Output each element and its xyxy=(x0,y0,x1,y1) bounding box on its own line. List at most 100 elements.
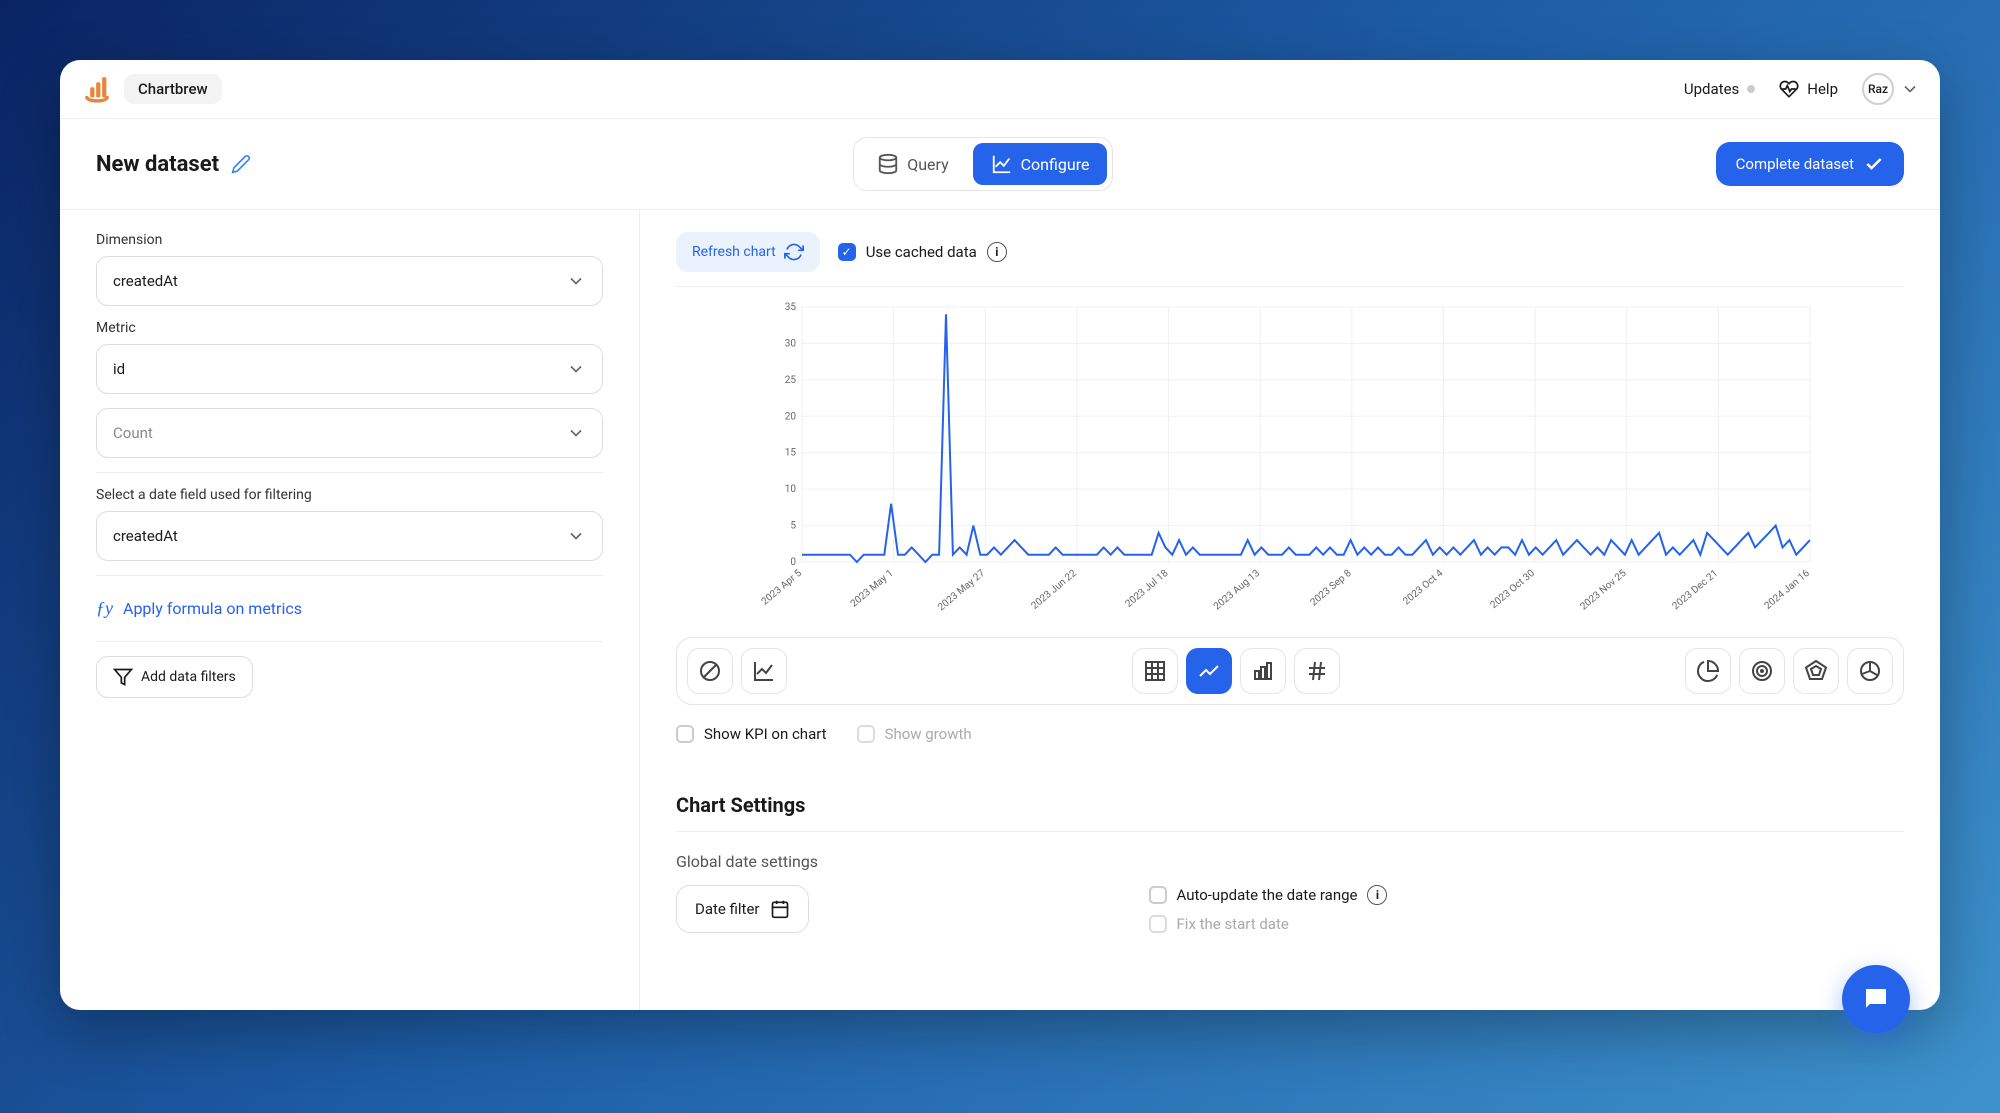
tab-configure-label: Configure xyxy=(1021,155,1090,174)
checkbox-icon: ✓ xyxy=(838,243,856,261)
svg-text:2023 Oct 4: 2023 Oct 4 xyxy=(1401,568,1445,608)
show-growth-label: Show growth xyxy=(885,725,972,743)
polar-icon xyxy=(1858,659,1882,683)
chart-type-table[interactable] xyxy=(1132,648,1178,694)
chart-type-pie[interactable] xyxy=(1685,648,1731,694)
dimension-select[interactable]: createdAt xyxy=(96,256,603,306)
database-icon xyxy=(877,153,899,175)
header-row: New dataset Query Configure xyxy=(60,119,1940,210)
global-date-label: Global date settings xyxy=(676,852,1904,871)
svg-text:2024 Jan 16: 2024 Jan 16 xyxy=(1763,568,1813,612)
svg-text:35: 35 xyxy=(785,302,797,313)
chart-controls: Refresh chart ✓ Use cached data i xyxy=(676,232,1904,272)
checkbox-icon xyxy=(676,725,694,743)
svg-text:15: 15 xyxy=(785,448,797,459)
tab-query[interactable]: Query xyxy=(859,143,966,185)
empty-circle-icon xyxy=(698,659,722,683)
left-panel: Dimension createdAt Metric id Count Sele… xyxy=(60,210,640,1010)
fx-icon: ƒy xyxy=(96,598,113,619)
metric-value: id xyxy=(113,360,125,378)
brand-logo-icon xyxy=(80,72,114,106)
fix-start-toggle: Fix the start date xyxy=(1149,915,1905,933)
target-icon xyxy=(1750,659,1774,683)
brand-name[interactable]: Chartbrew xyxy=(124,74,222,104)
info-icon[interactable]: i xyxy=(987,242,1007,262)
hash-icon xyxy=(1305,659,1329,683)
chart-type-bar[interactable] xyxy=(1240,648,1286,694)
radar-icon xyxy=(1804,659,1828,683)
date-field-select[interactable]: createdAt xyxy=(96,511,603,561)
auto-update-label: Auto-update the date range xyxy=(1177,886,1358,904)
help-link[interactable]: Help xyxy=(1779,79,1838,99)
refresh-icon xyxy=(784,242,804,262)
svg-text:0: 0 xyxy=(790,557,796,568)
chevron-down-icon xyxy=(566,271,586,291)
tab-query-label: Query xyxy=(907,155,948,174)
date-filter-button[interactable]: Date filter xyxy=(676,885,809,933)
svg-text:2023 Sep 8: 2023 Sep 8 xyxy=(1308,568,1354,609)
chevron-down-icon xyxy=(1900,79,1920,99)
updates-link[interactable]: Updates xyxy=(1684,80,1755,98)
filter-icon xyxy=(113,667,133,687)
chart-type-none[interactable] xyxy=(687,648,733,694)
add-filters-label: Add data filters xyxy=(141,669,236,685)
svg-text:2023 May 1: 2023 May 1 xyxy=(849,568,896,610)
svg-text:2023 Oct 30: 2023 Oct 30 xyxy=(1489,568,1538,611)
add-filters-button[interactable]: Add data filters xyxy=(96,656,253,698)
updates-indicator-icon xyxy=(1747,85,1755,93)
chat-fab[interactable] xyxy=(1842,965,1910,1033)
avatar: Raz xyxy=(1862,73,1894,105)
svg-text:5: 5 xyxy=(790,521,796,532)
svg-text:2023 Jun 22: 2023 Jun 22 xyxy=(1029,568,1079,612)
use-cached-label: Use cached data xyxy=(866,243,977,261)
refresh-label: Refresh chart xyxy=(692,244,776,260)
tab-configure[interactable]: Configure xyxy=(973,143,1108,185)
aggregation-value: Count xyxy=(113,424,153,442)
checkbox-icon xyxy=(1149,915,1167,933)
metric-label: Metric xyxy=(96,320,603,336)
svg-text:2023 Aug 13: 2023 Aug 13 xyxy=(1212,568,1262,613)
auto-update-toggle[interactable]: Auto-update the date range i xyxy=(1149,885,1905,905)
right-panel: Refresh chart ✓ Use cached data i 0 5 10 15… xyxy=(640,210,1940,1010)
toggle-row: Show KPI on chart Show growth xyxy=(676,725,1904,743)
chart-type-trend[interactable] xyxy=(741,648,787,694)
page-title-wrap: New dataset xyxy=(96,152,251,177)
user-menu[interactable]: Raz xyxy=(1862,73,1920,105)
app-window: Chartbrew Updates Help Raz xyxy=(60,60,1940,1010)
heart-icon xyxy=(1779,79,1799,99)
chart-type-radar[interactable] xyxy=(1793,648,1839,694)
svg-text:2023 Nov 25: 2023 Nov 25 xyxy=(1578,568,1628,613)
mode-tabs: Query Configure xyxy=(853,137,1113,191)
complete-dataset-button[interactable]: Complete dataset xyxy=(1716,142,1904,186)
show-kpi-toggle[interactable]: Show KPI on chart xyxy=(676,725,827,743)
checkbox-icon xyxy=(857,725,875,743)
chart-settings-title: Chart Settings xyxy=(676,793,1904,817)
trend-icon xyxy=(752,659,776,683)
checkbox-icon xyxy=(1149,886,1167,904)
formula-label: Apply formula on metrics xyxy=(123,599,302,618)
show-kpi-label: Show KPI on chart xyxy=(704,725,827,743)
chart-type-doughnut[interactable] xyxy=(1739,648,1785,694)
svg-text:2023 May 27: 2023 May 27 xyxy=(936,568,987,614)
refresh-chart-button[interactable]: Refresh chart xyxy=(676,232,820,272)
dimension-value: createdAt xyxy=(113,272,178,290)
complete-label: Complete dataset xyxy=(1736,155,1854,173)
chart-type-polar[interactable] xyxy=(1847,648,1893,694)
aggregation-select[interactable]: Count xyxy=(96,408,603,458)
metric-select[interactable]: id xyxy=(96,344,603,394)
line-chart: 051015202530352023 Apr 52023 May 12023 M… xyxy=(676,297,1904,617)
use-cached-checkbox[interactable]: ✓ Use cached data i xyxy=(838,242,1007,262)
chevron-down-icon xyxy=(566,423,586,443)
chart-type-line[interactable] xyxy=(1186,648,1232,694)
svg-text:10: 10 xyxy=(785,484,797,495)
info-icon[interactable]: i xyxy=(1367,885,1387,905)
edit-icon[interactable] xyxy=(231,154,251,174)
page-title: New dataset xyxy=(96,152,219,177)
date-filter-label: Date filter xyxy=(695,900,760,918)
apply-formula-link[interactable]: ƒy Apply formula on metrics xyxy=(96,590,603,627)
updates-label: Updates xyxy=(1684,80,1739,98)
svg-text:30: 30 xyxy=(785,338,797,349)
svg-text:20: 20 xyxy=(785,411,797,422)
help-label: Help xyxy=(1807,80,1838,98)
chart-type-number[interactable] xyxy=(1294,648,1340,694)
